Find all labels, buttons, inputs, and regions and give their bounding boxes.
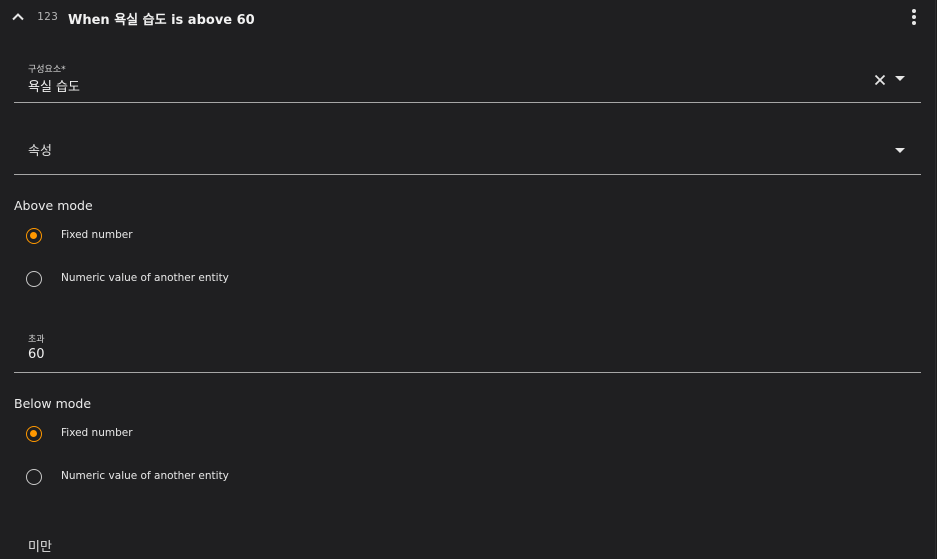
dropdown-arrow-icon[interactable] — [895, 148, 905, 154]
clear-icon[interactable] — [874, 74, 886, 86]
radio-label: Fixed number — [61, 229, 133, 241]
dropdown-arrow-icon[interactable] — [895, 76, 905, 82]
trigger-card: 123 When 욕실 습도 is above 60 구성요소* 욕실 습도 속… — [0, 0, 936, 559]
radio-label: Numeric value of another entity — [61, 272, 229, 284]
chevron-up-icon[interactable] — [10, 9, 26, 25]
card-header[interactable]: 123 When 욕실 습도 is above 60 — [0, 0, 935, 34]
radio-label: Numeric value of another entity — [61, 470, 229, 482]
radio-selected[interactable] — [26, 426, 42, 442]
above-mode-fixed-number-option[interactable]: Fixed number — [26, 228, 426, 248]
card-title: When 욕실 습도 is above 60 — [68, 13, 255, 28]
below-mode-fixed-number-option[interactable]: Fixed number — [26, 426, 426, 446]
above-mode-title: Above mode — [14, 198, 93, 213]
above-mode-entity-option[interactable]: Numeric value of another entity — [26, 271, 426, 291]
entity-field-label: 구성요소* — [28, 65, 66, 75]
above-value-field[interactable]: 초과 60 — [14, 318, 921, 373]
below-value-field[interactable]: 미만 — [14, 516, 921, 559]
more-vert-icon[interactable] — [906, 7, 922, 27]
below-mode-title: Below mode — [14, 396, 92, 411]
entity-field-value: 욕실 습도 — [28, 80, 80, 95]
radio-unselected[interactable] — [26, 271, 42, 287]
below-value-placeholder: 미만 — [28, 540, 52, 555]
above-value-input: 60 — [28, 347, 45, 362]
attribute-field-placeholder: 속성 — [28, 144, 52, 159]
radio-label: Fixed number — [61, 427, 133, 439]
attribute-field[interactable]: 속성 — [14, 120, 921, 175]
entity-field[interactable]: 구성요소* 욕실 습도 — [14, 48, 921, 103]
numeric-state-icon: 123 — [37, 10, 59, 23]
below-mode-entity-option[interactable]: Numeric value of another entity — [26, 469, 426, 489]
above-value-label: 초과 — [28, 335, 45, 345]
radio-unselected[interactable] — [26, 469, 42, 485]
radio-selected[interactable] — [26, 228, 42, 244]
